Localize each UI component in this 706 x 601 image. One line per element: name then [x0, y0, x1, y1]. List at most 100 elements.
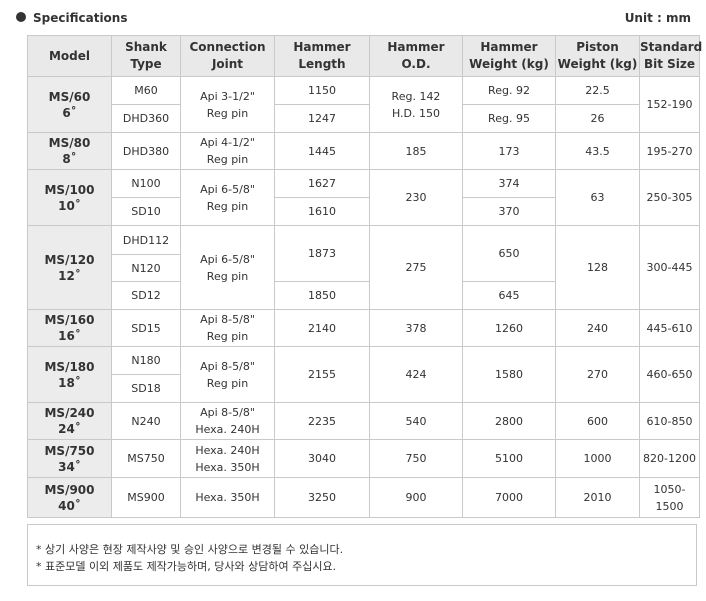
table-row: MS/100 10˚ N100 Api 6-5/8" Reg pin 1627 23…: [27, 169, 700, 226]
specifications-table: Model Shank Type Connection Joint Hammer Le…: [27, 35, 702, 518]
connection-cell: Api 3-1/2" Reg pin: [180, 76, 275, 133]
table-row: MS/60 6˚ M60 Api 3-1/2" Reg pin 1150 Reg. …: [27, 76, 700, 133]
length-cell: 1873: [274, 225, 370, 282]
table-row: MS/80 8˚ DHD380 Api 4-1/2" Reg pin 1445 18…: [27, 132, 700, 170]
table-row: MS/750 34˚ MS750 Hexa. 240H Hexa. 350H 304…: [27, 439, 700, 478]
od-cell: 275: [369, 225, 463, 310]
col-header-connection-joint: Connection Joint: [180, 35, 275, 77]
od-cell: 230: [369, 169, 463, 226]
bit-cell: 250-305: [639, 169, 700, 226]
length-cell: 2235: [274, 402, 370, 440]
piston-cell: 128: [555, 225, 640, 310]
length-cell: 1150: [274, 76, 370, 105]
bit-cell: 1050-1500: [639, 477, 700, 518]
length-cell: 2140: [274, 309, 370, 347]
od-cell: 185: [369, 132, 463, 170]
bit-cell: 152-190: [639, 76, 700, 133]
length-cell: 3250: [274, 477, 370, 518]
bit-cell: 820-1200: [639, 439, 700, 478]
col-header-bit-size: Standard Bit Size: [639, 35, 702, 77]
piston-cell: 600: [555, 402, 640, 440]
section-title: Specifications: [33, 11, 128, 25]
model-cell: MS/160 16˚: [27, 309, 112, 347]
col-header-piston-weight: Piston Weight (kg): [555, 35, 640, 77]
col-header-shank-type: Shank Type: [111, 35, 181, 77]
od-cell: 750: [369, 439, 463, 478]
model-cell: MS/240 24˚: [27, 402, 112, 440]
section-header: Specifications Unit : mm: [16, 9, 696, 27]
weight-cell: 370: [462, 197, 556, 226]
col-header-hammer-length: Hammer Length: [274, 35, 370, 77]
shank-cell: N180: [111, 346, 181, 375]
shank-cell: SD12: [111, 281, 181, 310]
length-cell: 2155: [274, 346, 370, 403]
bit-cell: 445-610: [639, 309, 700, 347]
note-line: * 표준모델 이외 제품도 제작가능하며, 당사와 상담하여 주십시요.: [36, 560, 337, 573]
od-cell: 900: [369, 477, 463, 518]
weight-cell: 173: [462, 132, 556, 170]
length-cell: 1445: [274, 132, 370, 170]
piston-cell: 270: [555, 346, 640, 403]
table-row: MS/900 40˚ MS900 Hexa. 350H 3250 900 7000…: [27, 477, 700, 518]
weight-cell: 5100: [462, 439, 556, 478]
shank-cell: DHD360: [111, 104, 181, 133]
weight-cell: 1580: [462, 346, 556, 403]
weight-cell: 7000: [462, 477, 556, 518]
length-cell: 1247: [274, 104, 370, 133]
model-cell: MS/180 18˚: [27, 346, 112, 403]
table-row: DHD360 1247 Reg. 95 26: [28, 104, 700, 133]
length-cell: 1850: [274, 281, 370, 310]
model-cell: MS/750 34˚: [27, 439, 112, 478]
weight-cell: 650: [462, 225, 556, 282]
od-cell: 378: [369, 309, 463, 347]
header-row: Model Shank Type Connection Joint Hammer Le…: [27, 35, 702, 77]
col-header-model: Model: [27, 35, 112, 77]
table-row: MS/160 16˚ SD15 Api 8-5/8" Reg pin 2140 37…: [27, 309, 700, 347]
piston-cell: 43.5: [555, 132, 640, 170]
bit-cell: 195-270: [639, 132, 700, 170]
notes-box: * 상기 사양은 현장 제작사양 및 승인 사양으로 변경될 수 있습니다. *…: [27, 524, 697, 586]
model-cell: MS/60 6˚: [27, 76, 112, 133]
length-cell: 1610: [274, 197, 370, 226]
length-cell: 1627: [274, 169, 370, 198]
weight-cell: 645: [462, 281, 556, 310]
model-cell: MS/80 8˚: [27, 132, 112, 170]
bit-cell: 300-445: [639, 225, 700, 310]
piston-cell: 1000: [555, 439, 640, 478]
shank-cell: N120: [111, 254, 181, 282]
bullet-icon: [16, 12, 26, 22]
shank-cell: M60: [111, 76, 181, 105]
connection-cell: Api 4-1/2" Reg pin: [180, 132, 275, 170]
connection-cell: Api 8-5/8" Hexa. 240H: [180, 402, 275, 440]
shank-cell: MS900: [111, 477, 181, 518]
model-cell: MS/120 12˚: [27, 225, 112, 310]
bit-cell: 610-850: [639, 402, 700, 440]
piston-cell: 63: [555, 169, 640, 226]
shank-cell: N100: [111, 169, 181, 198]
shank-cell: MS750: [111, 439, 181, 478]
od-cell: 540: [369, 402, 463, 440]
weight-cell: 1260: [462, 309, 556, 347]
od-cell: Reg. 142 H.D. 150: [369, 76, 463, 133]
piston-cell: 26: [555, 104, 640, 133]
shank-cell: SD15: [111, 309, 181, 347]
table-row: MS/240 24˚ N240 Api 8-5/8" Hexa. 240H 2235…: [27, 402, 700, 440]
shank-cell: SD18: [111, 374, 181, 403]
shank-cell: DHD380: [111, 132, 181, 170]
shank-cell: DHD112: [111, 225, 181, 255]
connection-cell: Hexa. 240H Hexa. 350H: [180, 439, 275, 478]
note-line: * 상기 사양은 현장 제작사양 및 승인 사양으로 변경될 수 있습니다.: [36, 543, 344, 556]
connection-cell: Hexa. 350H: [180, 477, 275, 518]
shank-cell: SD10: [111, 197, 181, 226]
piston-cell: 22.5: [555, 76, 640, 105]
model-cell: MS/100 10˚: [27, 169, 112, 226]
piston-cell: 2010: [555, 477, 640, 518]
piston-cell: 240: [555, 309, 640, 347]
col-header-hammer-weight: Hammer Weight (kg): [462, 35, 556, 77]
connection-cell: Api 6-5/8" Reg pin: [180, 225, 275, 310]
weight-cell: Reg. 92: [462, 76, 556, 105]
table-row: MS/120 12˚ DHD112 Api 6-5/8" Reg pin 1873 …: [27, 225, 700, 310]
table-row: MS/180 18˚ N180 Api 8-5/8" Reg pin 2155 42…: [27, 346, 700, 403]
connection-cell: Api 6-5/8" Reg pin: [180, 169, 275, 226]
shank-cell: N240: [111, 402, 181, 440]
